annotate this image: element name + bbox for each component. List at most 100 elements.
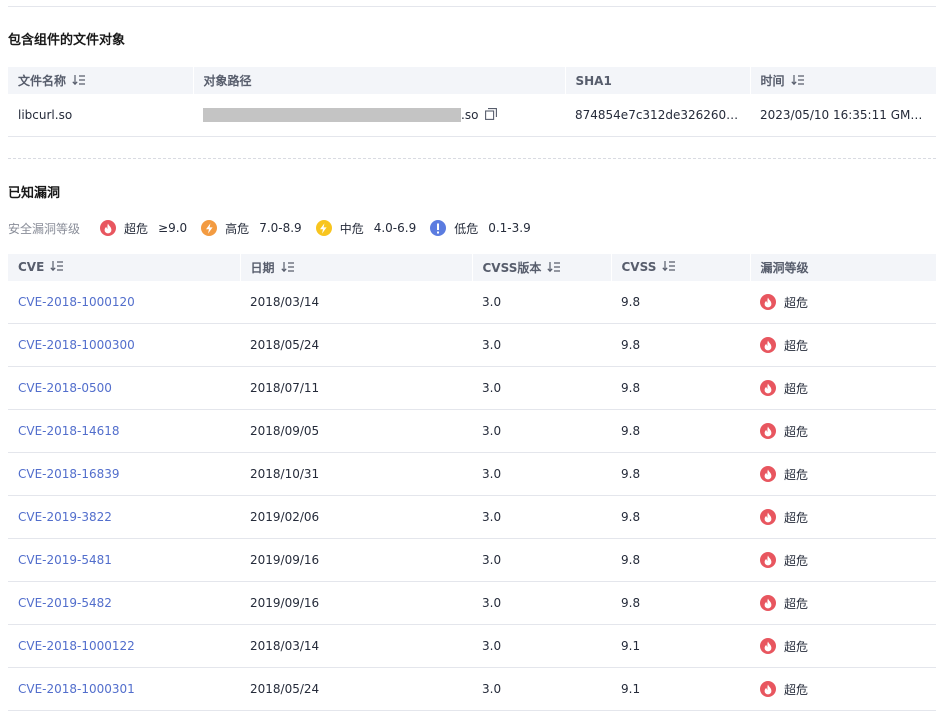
date-value: 2018/09/05 <box>240 409 472 453</box>
severity-label: 超危 <box>784 338 809 353</box>
copy-icon[interactable] <box>485 107 498 123</box>
sort-icon[interactable] <box>50 260 64 275</box>
cvss-version-value: 3.0 <box>472 581 611 625</box>
legend-item-low: 低危 0.1-3.9 <box>430 220 531 237</box>
cve-link[interactable]: CVE-2018-1000301 <box>8 667 240 711</box>
cvss-score-value: 9.8 <box>611 281 750 324</box>
flame-icon <box>760 466 776 482</box>
cvss-version-value: 3.0 <box>472 409 611 453</box>
flame-icon <box>760 681 776 697</box>
severity-label: 超危 <box>784 682 809 697</box>
exclamation-icon <box>430 220 447 236</box>
file-name: libcurl.so <box>8 94 193 137</box>
cvss-score-value: 9.8 <box>611 409 750 453</box>
lightning-icon <box>201 220 218 236</box>
column-header-sha1: SHA1 <box>565 67 751 94</box>
column-header-date[interactable]: 日期 <box>240 254 473 281</box>
file-objects-table: 文件名称 对象路径 SHA1 时间 libcurl.so .so 874854e… <box>8 67 937 137</box>
severity-cell: 超危 <box>750 495 936 539</box>
column-header-cvss[interactable]: CVSS <box>611 254 751 281</box>
cve-link[interactable]: CVE-2019-5481 <box>8 538 240 582</box>
table-row: CVE-2019-3822 2019/02/06 3.0 9.8 超危 <box>8 495 936 539</box>
severity-cell: 超危 <box>750 281 936 324</box>
cvss-version-value: 3.0 <box>472 366 611 410</box>
table-row: CVE-2018-1000300 2018/05/24 3.0 9.8 超危 <box>8 323 936 367</box>
flame-icon <box>100 220 117 236</box>
cvss-version-value: 3.0 <box>472 495 611 539</box>
column-header-filename[interactable]: 文件名称 <box>8 67 194 94</box>
object-path: .so <box>193 94 565 137</box>
cvss-score-value: 9.1 <box>611 667 750 711</box>
flame-icon <box>760 294 776 310</box>
cve-link[interactable]: CVE-2018-16839 <box>8 452 240 496</box>
legend-item-critical: 超危 ≥9.0 <box>100 220 187 237</box>
severity-cell: 超危 <box>750 323 936 367</box>
legend-label: 安全漏洞等级 <box>8 221 81 236</box>
cve-link[interactable]: CVE-2018-14618 <box>8 409 240 453</box>
severity-label: 超危 <box>784 467 809 482</box>
flame-icon <box>760 337 776 353</box>
sort-icon[interactable] <box>790 74 805 89</box>
flame-icon <box>760 423 776 439</box>
severity-cell: 超危 <box>750 581 936 625</box>
cvss-version-value: 3.0 <box>472 323 611 367</box>
cve-link[interactable]: CVE-2018-1000300 <box>8 323 240 367</box>
top-divider <box>8 6 936 7</box>
date-value: 2018/03/14 <box>240 281 472 324</box>
sort-icon[interactable] <box>662 260 676 275</box>
table-row: CVE-2019-5482 2019/09/16 3.0 9.8 超危 <box>8 581 936 625</box>
cve-link[interactable]: CVE-2019-5482 <box>8 581 240 625</box>
table-row: CVE-2018-16839 2018/10/31 3.0 9.8 超危 <box>8 452 936 496</box>
date-value: 2018/05/24 <box>240 667 472 711</box>
flame-icon <box>760 509 776 525</box>
severity-cell: 超危 <box>750 452 936 496</box>
flame-icon <box>760 638 776 654</box>
cve-link[interactable]: CVE-2018-0500 <box>8 366 240 410</box>
table-row: CVE-2018-0500 2018/07/11 3.0 9.8 超危 <box>8 366 936 410</box>
sha1-value: 874854e7c312de32626063c... <box>565 94 750 137</box>
severity-cell: 超危 <box>750 624 936 668</box>
date-value: 2019/09/16 <box>240 538 472 582</box>
severity-label: 超危 <box>784 381 809 396</box>
severity-label: 超危 <box>784 295 809 310</box>
column-header-cvss-version[interactable]: CVSS版本 <box>472 254 612 281</box>
legend-item-high: 高危 7.0-8.9 <box>201 220 302 237</box>
severity-label: 超危 <box>784 424 809 439</box>
cve-link[interactable]: CVE-2018-1000122 <box>8 624 240 668</box>
column-header-cve[interactable]: CVE <box>8 254 241 281</box>
severity-label: 超危 <box>784 596 809 611</box>
date-value: 2018/03/14 <box>240 624 472 668</box>
cvss-version-value: 3.0 <box>472 452 611 496</box>
cvss-score-value: 9.1 <box>611 624 750 668</box>
cvss-version-value: 3.0 <box>472 538 611 582</box>
severity-label: 超危 <box>784 510 809 525</box>
flame-icon <box>760 552 776 568</box>
sort-icon[interactable] <box>72 74 86 89</box>
column-header-path: 对象路径 <box>193 67 566 94</box>
time-value: 2023/05/10 16:35:11 GMT+0... <box>750 94 936 137</box>
column-header-severity: 漏洞等级 <box>750 254 937 281</box>
severity-label: 超危 <box>784 639 809 654</box>
cve-link[interactable]: CVE-2019-3822 <box>8 495 240 539</box>
severity-legend: 安全漏洞等级 超危 ≥9.0 高危 7.0-8.9 中危 4.0-6.9 低危 … <box>8 219 545 237</box>
severity-cell: 超危 <box>750 366 936 410</box>
cvss-score-value: 9.8 <box>611 366 750 410</box>
vulnerabilities-table: CVE 日期 CVSS版本 CVSS 漏洞等级 CVE-2018-1000120… <box>8 254 937 711</box>
column-header-time[interactable]: 时间 <box>750 67 937 94</box>
severity-cell: 超危 <box>750 538 936 582</box>
flame-icon <box>760 595 776 611</box>
severity-cell: 超危 <box>750 409 936 453</box>
table-row: CVE-2019-5481 2019/09/16 3.0 9.8 超危 <box>8 538 936 582</box>
table-header-row: CVE 日期 CVSS版本 CVSS 漏洞等级 <box>8 254 937 281</box>
table-row: CVE-2018-1000120 2018/03/14 3.0 9.8 超危 <box>8 281 936 324</box>
cvss-version-value: 3.0 <box>472 624 611 668</box>
table-row: CVE-2018-1000301 2018/05/24 3.0 9.1 超危 <box>8 667 936 711</box>
sort-icon[interactable] <box>547 261 561 276</box>
sort-icon[interactable] <box>280 261 295 276</box>
cve-link[interactable]: CVE-2018-1000120 <box>8 281 240 324</box>
severity-label: 超危 <box>784 553 809 568</box>
table-row: libcurl.so .so 874854e7c312de32626063c..… <box>8 94 936 137</box>
cvss-score-value: 9.8 <box>611 581 750 625</box>
table-header-row: 文件名称 对象路径 SHA1 时间 <box>8 67 937 94</box>
redacted-path <box>203 108 461 122</box>
